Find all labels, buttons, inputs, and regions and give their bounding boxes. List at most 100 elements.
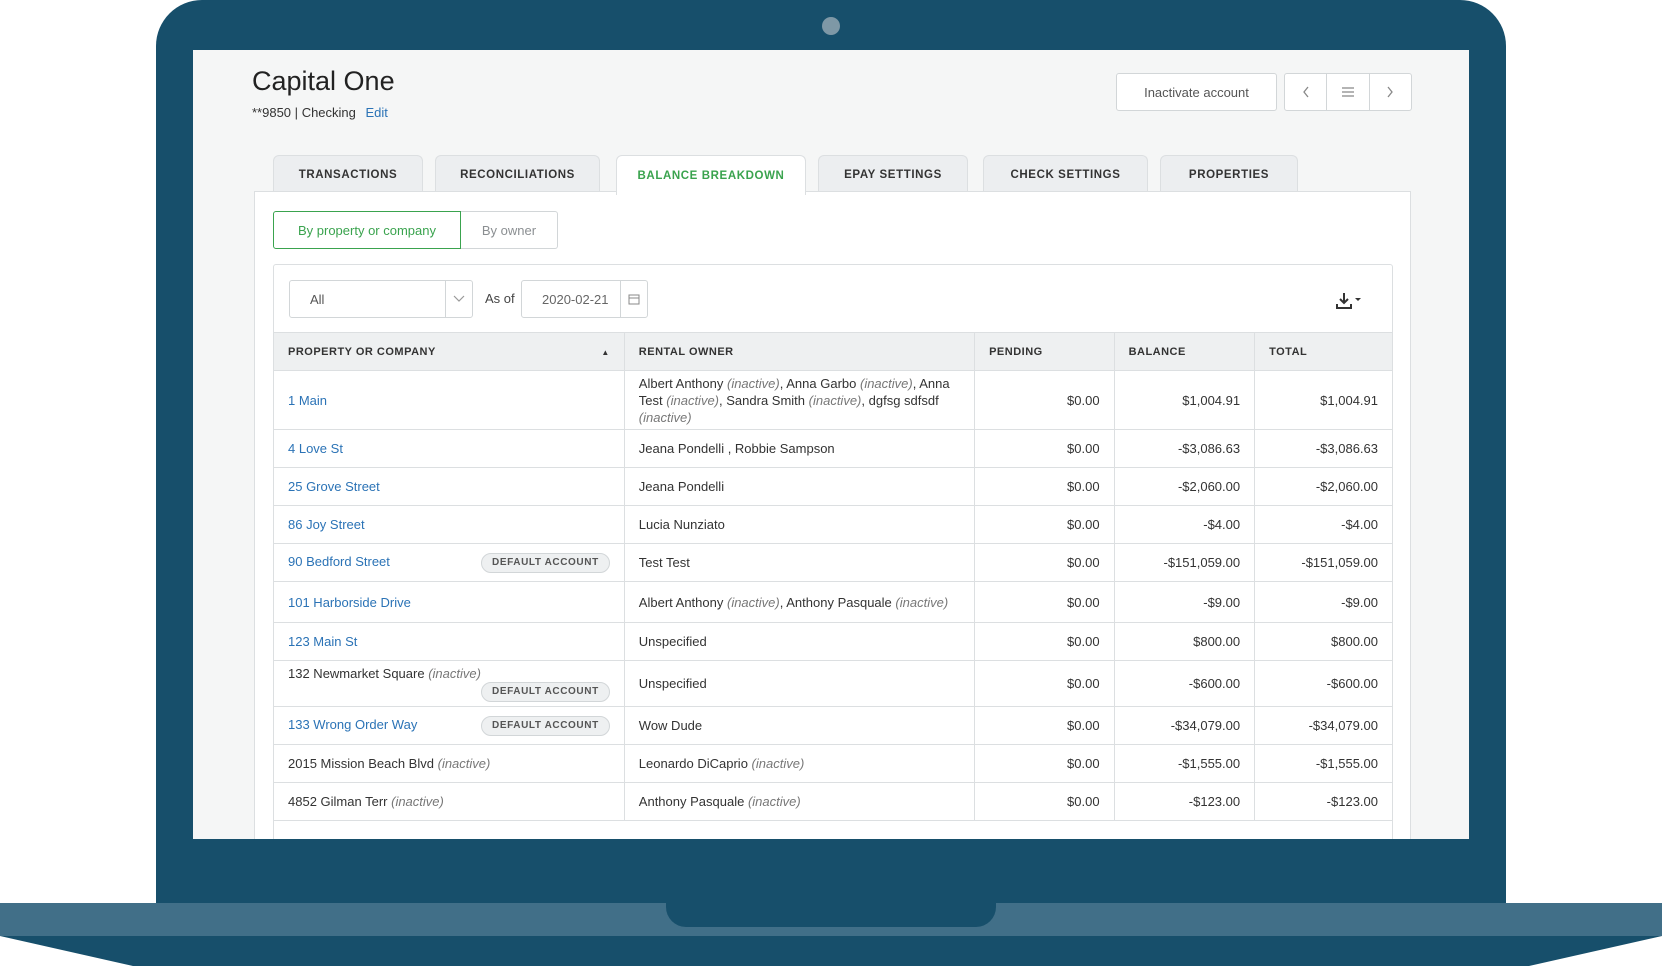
table-row[interactable]: 86 Joy Street Lucia Nunziato $0.00 -$4.00 -$… — [274, 505, 1392, 544]
owner-name: Sandra Smith — [726, 392, 806, 408]
tab-balance-breakdown[interactable]: BALANCE BREAKDOWN — [616, 155, 806, 195]
cell-rental-owner: Unspecified — [624, 660, 976, 707]
cell-pending: $0.00 — [974, 543, 1115, 582]
scope-select[interactable]: All — [289, 280, 473, 318]
cell-total: -$4.00 — [1254, 505, 1392, 544]
cell-pending: $0.00 — [974, 782, 1115, 821]
cell-pending: $0.00 — [974, 370, 1115, 430]
cell-balance: -$151,059.00 — [1114, 543, 1256, 582]
calendar-icon[interactable] — [620, 281, 647, 317]
edit-link[interactable]: Edit — [366, 105, 388, 120]
prev-record-button[interactable] — [1285, 74, 1328, 110]
cell-balance: -$34,079.00 — [1114, 706, 1256, 745]
tab-properties[interactable]: PROPERTIES — [1160, 155, 1298, 193]
table-row[interactable]: 123 Main St Unspecified $0.00 $800.00 $800.0… — [274, 622, 1392, 661]
list-button[interactable] — [1327, 74, 1370, 110]
table-row[interactable]: 4 Love St Jeana Pondelli , Robbie Sampson… — [274, 429, 1392, 468]
property-link[interactable]: 123 Main St — [288, 634, 357, 649]
property-link[interactable]: 101 Harborside Drive — [288, 595, 411, 610]
download-icon[interactable] — [1332, 290, 1366, 312]
chevron-down-icon — [445, 281, 472, 317]
owner-name: Leonardo DiCaprio — [638, 756, 748, 771]
inactive-label: (inactive) — [808, 392, 862, 408]
next-record-button[interactable] — [1370, 74, 1411, 110]
owner-name: Anthony Pasquale — [638, 794, 745, 809]
cell-balance: -$1,555.00 — [1114, 744, 1256, 783]
owner-name: Anthony Pasquale — [786, 594, 892, 610]
table-row[interactable]: 101 Harborside Drive Albert Anthony (inac… — [274, 581, 1392, 623]
as-of-label: As of — [485, 291, 515, 306]
balance-table: PROPERTY OR COMPANY ▲ RENTAL OWNER PENDIN… — [274, 332, 1392, 821]
tab-epay-settings[interactable]: EPAY SETTINGS — [818, 155, 968, 193]
col-header-total[interactable]: TOTAL — [1254, 332, 1392, 371]
cell-total: -$1,555.00 — [1254, 744, 1392, 783]
table-row[interactable]: DEFAULT ACCOUNT 90 Bedford Street Test Tes… — [274, 543, 1392, 582]
cell-rental-owner: Albert Anthony (inactive), Anthony Pasqu… — [624, 581, 976, 623]
default-account-badge: DEFAULT ACCOUNT — [481, 682, 610, 702]
cell-balance: -$2,060.00 — [1114, 467, 1256, 506]
cell-property: 86 Joy Street — [274, 505, 625, 544]
cell-total: -$9.00 — [1254, 581, 1392, 623]
cell-rental-owner: Leonardo DiCaprio (inactive) — [624, 744, 976, 783]
inactivate-account-button[interactable]: Inactivate account — [1116, 73, 1277, 111]
cell-pending: $0.00 — [974, 744, 1115, 783]
cell-balance: $800.00 — [1114, 622, 1256, 661]
col-header-owner[interactable]: RENTAL OWNER — [624, 332, 976, 371]
table-row[interactable]: 4852 Gilman Terr (inactive) Anthony Pasqu… — [274, 782, 1392, 821]
property-link[interactable]: 4 Love St — [288, 441, 343, 456]
sort-asc-icon: ▲ — [601, 347, 610, 357]
table-row[interactable]: 132 Newmarket Square (inactive) DEFAULT A… — [274, 660, 1392, 707]
inactive-label: (inactive) — [726, 375, 780, 391]
property-link[interactable]: 86 Joy Street — [288, 517, 365, 532]
table-row[interactable]: 1 Main Albert Anthony (inactive), Anna Ga… — [274, 370, 1392, 430]
cell-pending: $0.00 — [974, 706, 1115, 745]
cell-total: $1,004.91 — [1254, 370, 1392, 430]
default-account-badge: DEFAULT ACCOUNT — [481, 552, 610, 573]
property-link[interactable]: 25 Grove Street — [288, 479, 380, 494]
tab-transactions[interactable]: TRANSACTIONS — [273, 155, 423, 193]
cell-total: $800.00 — [1254, 622, 1392, 661]
inactive-label: (inactive) — [666, 392, 720, 408]
cell-rental-owner: Jeana Pondelli — [624, 467, 976, 506]
laptop-notch — [666, 903, 996, 927]
balance-table-container: All As of 2020-02-21 PROPERTY OR COMPANY… — [273, 264, 1393, 839]
inactive-label: (inactive) — [726, 594, 780, 610]
inactive-label: (inactive) — [747, 794, 801, 809]
cell-property: 123 Main St — [274, 622, 625, 661]
cell-rental-owner: Albert Anthony (inactive), Anna Garbo (i… — [624, 370, 976, 430]
col-header-property[interactable]: PROPERTY OR COMPANY ▲ — [274, 332, 625, 371]
owner-name: Anna Garbo — [786, 375, 857, 391]
chevron-right-icon — [1387, 86, 1394, 98]
col-header-balance[interactable]: BALANCE — [1114, 332, 1256, 371]
cell-property: 1 Main — [274, 370, 625, 430]
table-header-row: PROPERTY OR COMPANY ▲ RENTAL OWNER PENDIN… — [274, 332, 1392, 371]
date-input[interactable]: 2020-02-21 — [521, 280, 648, 318]
inactive-label: (inactive) — [638, 409, 692, 425]
table-row[interactable]: 2015 Mission Beach Blvd (inactive) Leonar… — [274, 744, 1392, 783]
by-owner-toggle[interactable]: By owner — [461, 211, 558, 249]
account-subtitle: **9850 | Checking Edit — [252, 105, 388, 120]
table-row[interactable]: 25 Grove Street Jeana Pondelli $0.00 -$2,06… — [274, 467, 1392, 506]
col-header-pending[interactable]: PENDING — [974, 332, 1115, 371]
balance-panel: By property or company By owner All As o… — [254, 191, 1411, 839]
account-title: Capital One — [252, 66, 395, 96]
by-property-toggle[interactable]: By property or company — [273, 211, 461, 249]
list-icon — [1341, 87, 1354, 97]
property-name: 4852 Gilman Terr — [288, 794, 388, 809]
property-link[interactable]: 90 Bedford Street — [288, 554, 390, 569]
cell-pending: $0.00 — [974, 622, 1115, 661]
tab-check-settings[interactable]: CHECK SETTINGS — [983, 155, 1148, 193]
cell-property: 4 Love St — [274, 429, 625, 468]
property-link[interactable]: 133 Wrong Order Way — [288, 717, 417, 732]
cell-pending: $0.00 — [974, 429, 1115, 468]
cell-balance: $1,004.91 — [1114, 370, 1256, 430]
table-row[interactable]: DEFAULT ACCOUNT 133 Wrong Order Way Wow Du… — [274, 706, 1392, 745]
cell-balance: -$3,086.63 — [1114, 429, 1256, 468]
default-account-badge: DEFAULT ACCOUNT — [481, 715, 610, 736]
cell-rental-owner: Unspecified — [624, 622, 976, 661]
tab-reconciliations[interactable]: RECONCILIATIONS — [435, 155, 600, 193]
property-link[interactable]: 1 Main — [288, 393, 327, 408]
cell-balance: -$4.00 — [1114, 505, 1256, 544]
cell-property: 101 Harborside Drive — [274, 581, 625, 623]
owner-name: dgfsg sdfsdf — [868, 392, 939, 408]
